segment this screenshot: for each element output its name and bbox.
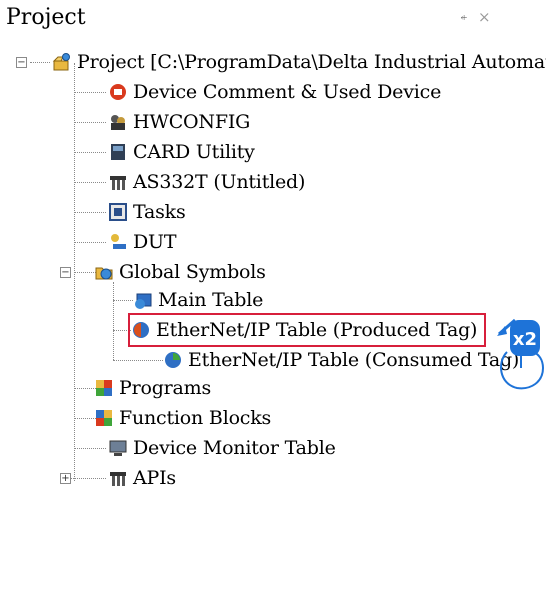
project-panel: Project ⍅ × − − + Project [C:\ProgramDat… <box>0 0 546 607</box>
tree-item-label: Device Comment & Used Device <box>133 81 442 103</box>
dut-icon <box>108 232 128 252</box>
table-icon <box>133 290 153 310</box>
programs-icon <box>94 378 114 398</box>
tree-item-apis[interactable]: APIs <box>108 464 176 492</box>
tree-item-label: EtherNet/IP Table (Consumed Tag) <box>188 349 520 371</box>
tree-connector <box>74 212 106 213</box>
tree-item-label: Function Blocks <box>119 407 272 429</box>
tree-item-programs[interactable]: Programs <box>94 374 211 402</box>
tree-item-tasks[interactable]: Tasks <box>108 198 186 226</box>
tree-item-label: Project [C:\ProgramData\Delta Industrial… <box>77 51 546 73</box>
tree-item-project[interactable]: Project [C:\ProgramData\Delta Industrial… <box>52 48 546 76</box>
tree-connector <box>74 92 106 93</box>
tree-item-global-symbols[interactable]: Global Symbols <box>94 258 266 286</box>
project-tree: − − + Project [C:\ProgramData\Delta Indu… <box>0 38 546 498</box>
tree-item-hwconfig[interactable]: HWCONFIG <box>108 108 250 136</box>
card-utility-icon <box>108 142 128 162</box>
expand-toggle-apis[interactable]: + <box>60 473 71 484</box>
tree-item-label: Global Symbols <box>119 261 266 283</box>
tree-connector <box>74 182 106 183</box>
tree-item-dut[interactable]: DUT <box>108 228 177 256</box>
tree-item-label: EtherNet/IP Table (Produced Tag) <box>156 319 478 341</box>
ethernet-ip-consumed-icon <box>163 350 183 370</box>
collapse-toggle-global-symbols[interactable]: − <box>60 267 71 278</box>
device-comment-icon <box>108 82 128 102</box>
panel-title: Project <box>6 5 86 30</box>
tasks-icon <box>108 202 128 222</box>
tree-item-ethernet-ip-consumed[interactable]: EtherNet/IP Table (Consumed Tag) <box>163 346 519 374</box>
collapse-toggle-project[interactable]: − <box>16 57 27 68</box>
apis-icon <box>108 468 128 488</box>
tree-item-device-comment[interactable]: Device Comment & Used Device <box>108 78 441 106</box>
double-click-label: x2 <box>513 329 537 350</box>
hwconfig-icon <box>108 112 128 132</box>
tree-item-label: Main Table <box>158 289 264 311</box>
project-icon <box>52 52 72 72</box>
tree-item-label: Programs <box>119 377 212 399</box>
tree-connector <box>74 448 106 449</box>
tree-connector <box>113 282 114 360</box>
tree-connector <box>30 62 50 63</box>
tree-item-as332t[interactable]: AS332T (Untitled) <box>108 168 305 196</box>
double-click-mouse-icon: x2 <box>497 318 545 390</box>
close-icon[interactable]: × <box>478 8 491 26</box>
ethernet-ip-produced-icon <box>131 320 151 340</box>
pin-icon[interactable]: ⍅ <box>460 10 468 25</box>
tree-item-label: AS332T (Untitled) <box>133 171 306 193</box>
function-blocks-icon <box>94 408 114 428</box>
tree-connector <box>113 360 163 361</box>
tree-connector <box>113 300 133 301</box>
panel-header: Project ⍅ × <box>0 0 517 38</box>
tree-item-device-monitor-table[interactable]: Device Monitor Table <box>108 434 336 462</box>
tree-connector <box>74 242 106 243</box>
tree-connector <box>74 122 106 123</box>
tree-connector <box>113 330 131 331</box>
monitor-icon <box>108 438 128 458</box>
tree-item-label: DUT <box>133 231 177 253</box>
plc-icon <box>108 172 128 192</box>
tree-item-label: APIs <box>133 467 176 489</box>
tree-item-label: CARD Utility <box>133 141 255 163</box>
global-symbols-icon <box>94 262 114 282</box>
tree-item-label: Device Monitor Table <box>133 437 336 459</box>
tree-connector <box>74 152 106 153</box>
tree-item-ethernet-ip-produced[interactable]: EtherNet/IP Table (Produced Tag) <box>127 313 487 347</box>
tree-item-label: Tasks <box>133 201 186 223</box>
tree-item-main-table[interactable]: Main Table <box>133 286 263 314</box>
tree-item-label: HWCONFIG <box>133 111 251 133</box>
tree-item-function-blocks[interactable]: Function Blocks <box>94 404 271 432</box>
tree-item-card-utility[interactable]: CARD Utility <box>108 138 255 166</box>
